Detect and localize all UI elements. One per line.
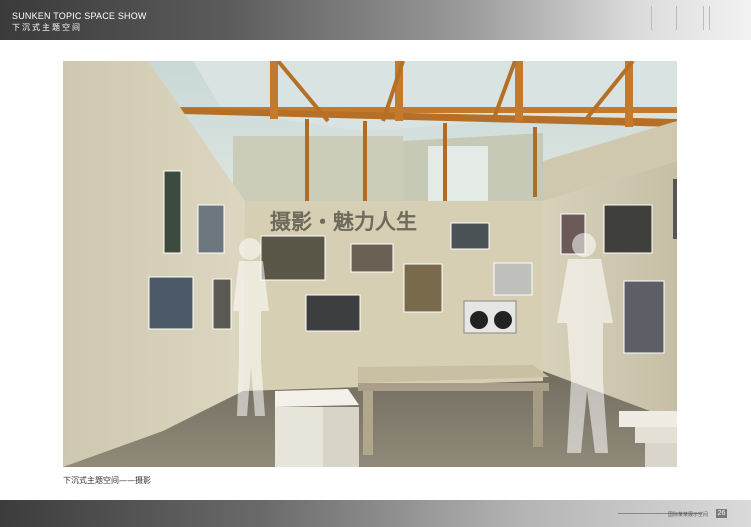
header-decor-mark	[703, 6, 704, 30]
header-band: SUNKEN TOPIC SPACE SHOW 下沉式主题空间	[0, 0, 751, 40]
page-number: 26	[716, 509, 727, 518]
exhibition-room-rendering: 摄影・魅力人生	[63, 61, 677, 467]
header-decor-mark	[709, 6, 710, 30]
header-subtitle: 下沉式主题空间	[12, 23, 82, 32]
footer-note: 国际某某展示空间	[668, 512, 709, 518]
header-title: SUNKEN TOPIC SPACE SHOW	[12, 11, 147, 21]
wall-slogan: 摄影・魅力人生	[270, 210, 417, 234]
white-bench	[275, 389, 359, 467]
header-decor-mark	[676, 6, 677, 30]
header-decor-mark	[651, 6, 652, 30]
image-caption: 下沉式主题空间——摄影	[63, 476, 151, 485]
